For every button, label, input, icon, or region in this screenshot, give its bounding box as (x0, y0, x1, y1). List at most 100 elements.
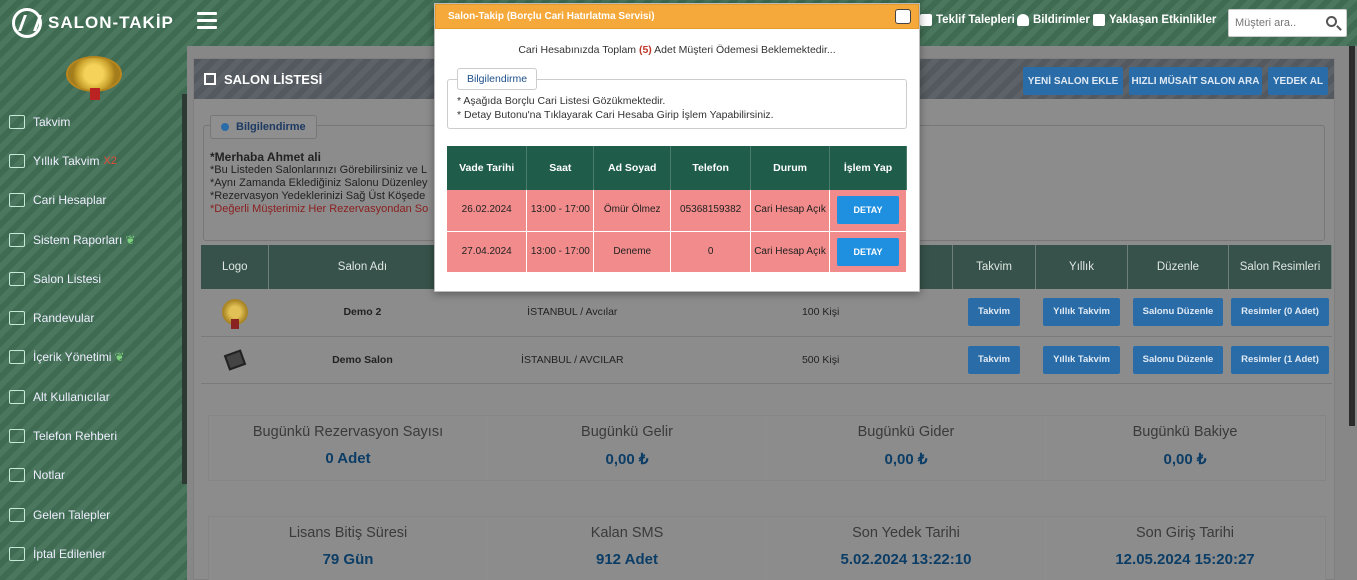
sidebar-item-label: Gelen Talepler (33, 507, 111, 522)
modal-title: Salon-Takip (Borçlu Cari Hatırlatma Serv… (448, 11, 655, 22)
table-header-row: Vade Tarihi Saat Ad Soyad Telefon Durum … (447, 146, 908, 190)
bar-chart-icon (9, 271, 25, 286)
content-scrollbar[interactable] (1349, 46, 1355, 426)
info-line-warning: *Değerli Müşterimiz Her Rezervasyondan S… (210, 203, 429, 215)
calendar-icon (9, 114, 25, 129)
sidebar-item-sistem-raporlari[interactable]: Sistem Raporları ❦ (0, 220, 187, 259)
sidebar-item-salon-listesi[interactable]: Salon Listesi (0, 259, 187, 298)
inbox-icon (9, 507, 25, 522)
ad-cell: Deneme (593, 231, 672, 273)
stat-label: Kalan SMS (590, 525, 664, 541)
resimler-button[interactable]: Resimler (0 Adet) (1231, 298, 1329, 327)
close-icon[interactable] (895, 9, 911, 24)
account-stats: Lisans Bitiş Süresi 79 Gün Kalan SMS 912 A… (208, 516, 1326, 580)
col-durum: Durum (750, 146, 830, 190)
sidebar-item-extra: X2 (103, 154, 117, 167)
home-icon (204, 73, 216, 85)
sidebar-item-label: İptal Edilenler (33, 546, 106, 561)
stat-card: Son Yedek Tarihi 5.02.2024 13:22:10 (767, 517, 1046, 580)
modal-summary: Cari Hesabınızda Toplam (5) Adet Müşteri… (435, 44, 919, 56)
modal-info-text: * Aşağıda Borçlu Cari Listesi Gözükmekte… (457, 94, 774, 122)
menu-toggle-icon[interactable] (197, 12, 217, 30)
sidebar-item-label: Salon Listesi (33, 271, 102, 286)
durum-cell: Cari Hesap Açık (750, 190, 830, 232)
salon-duzenle-button[interactable]: Salonu Düzenle (1132, 345, 1224, 374)
resimler-button[interactable]: Resimler (1 Adet) (1231, 345, 1329, 374)
sidebar-item-icerik-yonetimi[interactable]: İçerik Yönetimi ❦ (0, 338, 187, 377)
award-logo (0, 46, 187, 102)
summary-count: (5) (638, 44, 652, 56)
handshake-icon (9, 311, 25, 326)
sidebar-item-label: Takvim (33, 114, 71, 129)
yillik-cell: Yıllık Takvim (1035, 289, 1128, 337)
sidebar-item-randevular[interactable]: Randevular (0, 298, 187, 337)
sidebar-item-label: Alt Kullanıcılar (33, 389, 110, 404)
summary-text: Cari Hesabınızda Toplam (518, 44, 637, 56)
building-icon (9, 193, 25, 208)
takvim-button[interactable]: Takvim (968, 345, 1021, 374)
yillik-takvim-button[interactable]: Yıllık Takvim (1043, 298, 1120, 327)
resimler-cell: Resimler (0 Adet) (1228, 289, 1332, 337)
yillik-takvim-button[interactable]: Yıllık Takvim (1043, 345, 1120, 374)
salon-duzenle-button[interactable]: Salonu Düzenle (1132, 298, 1224, 327)
salon-capacity: 500 Kişi (688, 336, 953, 384)
sidebar-item-label: Randevular (33, 311, 95, 326)
saat-cell: 13:00 - 17:00 (526, 231, 595, 273)
salon-name: Demo Salon (268, 336, 456, 384)
table-row: 27.04.2024 13:00 - 17:00 Deneme 0 Cari H… (447, 231, 908, 273)
quick-salon-search-button[interactable]: HIZLI MÜSAİT SALON ARA (1129, 67, 1262, 95)
col-vade-tarihi: Vade Tarihi (447, 146, 528, 190)
cancel-icon (9, 546, 25, 561)
col-logo: Logo (201, 245, 270, 289)
stat-value: 5.02.2024 13:22:10 (840, 551, 972, 568)
stat-label: Son Giriş Tarihi (1135, 525, 1235, 541)
bildirimler-link[interactable]: Bildirimler (1017, 14, 1090, 26)
durum-cell: Cari Hesap Açık (750, 231, 830, 273)
teklif-talepleri-link[interactable]: Teklif Talepleri (920, 14, 1015, 26)
col-salon-resimleri: Salon Resimleri (1228, 245, 1333, 289)
sidebar-item-notlar[interactable]: Notlar (0, 456, 187, 495)
stat-label: Bugünkü Bakiye (1132, 424, 1238, 440)
vade-cell: 27.04.2024 (447, 231, 528, 273)
link-label: Bildirimler (1033, 14, 1090, 26)
greeting: *Merhaba Ahmet ali (210, 150, 321, 164)
detay-button[interactable]: DETAY (836, 196, 899, 225)
sidebar-item-gelen-talepler[interactable]: Gelen Talepler (0, 495, 187, 534)
backup-button[interactable]: YEDEK AL (1268, 67, 1328, 95)
customer-search-input[interactable] (1229, 10, 1317, 36)
sidebar-item-telefon-rehberi[interactable]: Telefon Rehberi (0, 416, 187, 455)
salon-location: İSTANBUL / AVCILAR (455, 336, 689, 384)
tablet-icon (223, 348, 247, 371)
link-label: Yaklaşan Etkinlikler (1109, 14, 1217, 26)
sidebar-item-label: İçerik Yönetimi (33, 350, 112, 365)
detay-button[interactable]: DETAY (836, 237, 899, 266)
stat-card: Bugünkü Gider 0,00 ₺ (767, 416, 1046, 480)
info-text: *Merhaba Ahmet ali *Bu Listeden Salonlar… (210, 151, 428, 216)
tel-cell: 0 (670, 231, 752, 273)
yaklasan-etkinlikler-link[interactable]: Yaklaşan Etkinlikler (1093, 14, 1216, 26)
stat-label: Bugünkü Rezervasyon Sayısı (252, 424, 444, 440)
info-tab-label: Bilgilendirme (236, 121, 306, 133)
sidebar-item-takvim[interactable]: Takvim (0, 102, 187, 141)
info-line: *Bu Listeden Salonlarınızı Görebilirsini… (210, 164, 428, 176)
sidebar-item-iptal-edilenler[interactable]: İptal Edilenler (0, 534, 187, 573)
sidebar-item-alt-kullanicilar[interactable]: Alt Kullanıcılar (0, 377, 187, 416)
customer-search (1228, 9, 1347, 37)
stat-value: 0,00 ₺ (605, 451, 649, 468)
takvim-button[interactable]: Takvim (968, 298, 1021, 327)
table-row: Demo 2 İSTANBUL / Avcılar 100 Kişi Takvi… (201, 289, 1332, 337)
sidebar-item-cari-hesaplar[interactable]: Cari Hesaplar (0, 181, 187, 220)
stat-value: 0,00 ₺ (884, 451, 928, 468)
col-duzenle: Düzenle (1127, 245, 1229, 289)
sidebar-item-yillik-takvim[interactable]: Yıllık Takvim X2 (0, 141, 187, 180)
debtor-reminder-modal: Salon-Takip (Borçlu Cari Hatırlatma Serv… (434, 3, 920, 292)
new-salon-button[interactable]: YENİ SALON EKLE (1023, 67, 1123, 95)
stat-card: Son Giriş Tarihi 12.05.2024 15:20:27 (1046, 517, 1325, 580)
col-takvim: Takvim (952, 245, 1037, 289)
note-icon (9, 468, 25, 483)
stat-card: Bugünkü Rezervasyon Sayısı 0 Adet (209, 416, 488, 480)
brand-logo[interactable]: SALON-TAKİP (0, 0, 187, 46)
search-icon[interactable] (1326, 16, 1337, 27)
chart-icon (9, 232, 25, 247)
col-islem-yap: İşlem Yap (829, 146, 908, 190)
